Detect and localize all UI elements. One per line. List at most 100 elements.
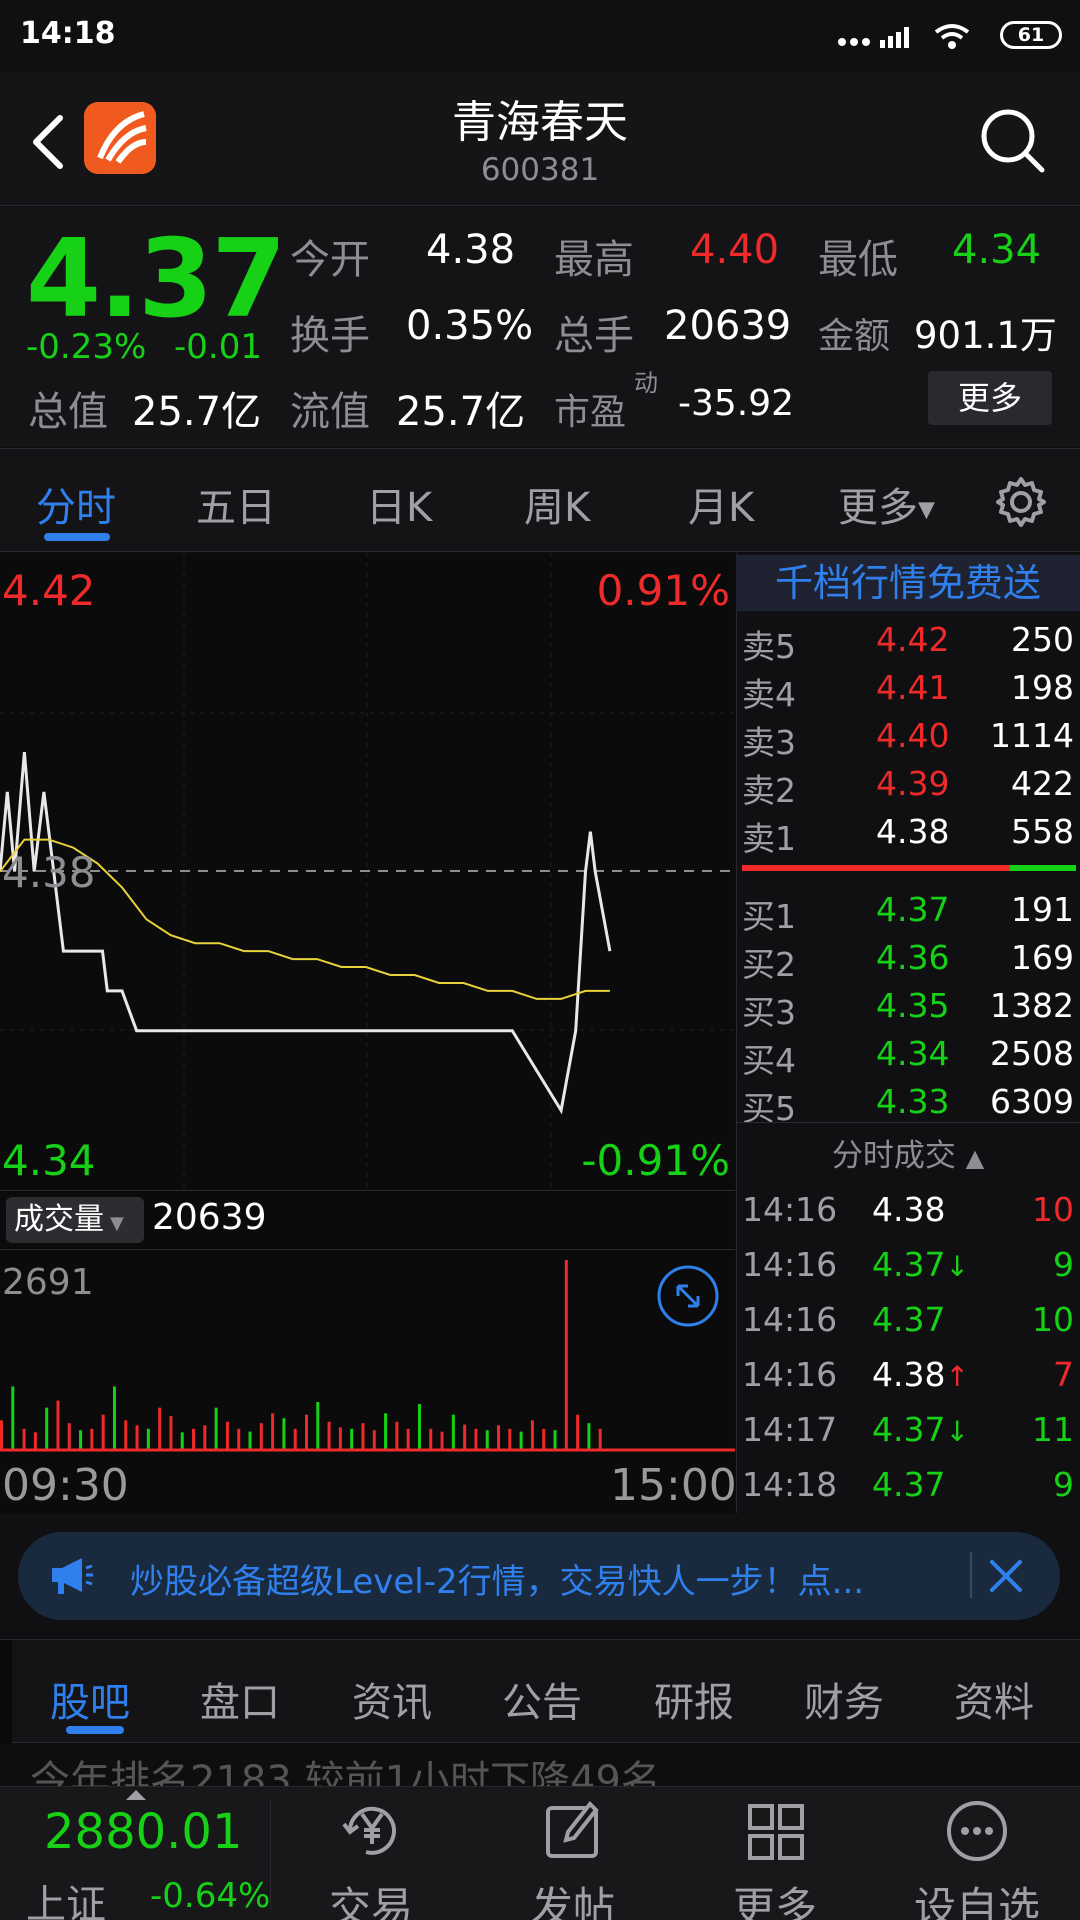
change-amount: -0.01 (174, 327, 262, 367)
volume-bar (485, 1430, 489, 1450)
index-value[interactable]: 2880.01 (44, 1804, 243, 1860)
volume-bar (124, 1420, 128, 1450)
nav-post-label: 发帖 (530, 1883, 615, 1920)
ask-volume: 250 (1011, 620, 1074, 659)
close-icon[interactable] (986, 1556, 1026, 1596)
tab-more-charts[interactable]: 更多▼ (838, 475, 935, 533)
trade-price-value: 4.37 (872, 1410, 946, 1449)
volume-bar (11, 1386, 15, 1450)
chart-grid (0, 553, 735, 1190)
volume-label: 总手 (554, 313, 634, 359)
high-label: 最高 (554, 237, 634, 283)
search-icon[interactable] (978, 106, 1048, 176)
app-logo (84, 102, 156, 174)
status-time: 14:18 (20, 16, 116, 51)
divider (270, 1800, 271, 1910)
price-chart[interactable]: 4.42 4.34 4.38 0.91% -0.91% (0, 553, 735, 1190)
gear-icon[interactable] (994, 475, 1048, 529)
volume-bar (530, 1420, 534, 1450)
nav-more[interactable]: 更多 (700, 1796, 850, 1920)
market-cap-value: 25.7亿 (132, 389, 262, 435)
index-change: -0.64% (150, 1876, 271, 1916)
expand-icon[interactable] (656, 1264, 720, 1328)
trade-price: 4.38 (872, 1190, 945, 1229)
tab-edge (0, 1640, 12, 1744)
trades-title: 分时成交 (831, 1138, 956, 1174)
tab-news[interactable]: 资讯 (352, 1670, 432, 1728)
bid-volume: 2508 (990, 1034, 1074, 1073)
y-axis-bottom: 4.34 (2, 1136, 96, 1185)
trade-volume: 11 (1032, 1410, 1074, 1449)
trade-volume: 10 (1032, 1300, 1074, 1339)
volume-bar (587, 1423, 591, 1450)
tab-intraday[interactable]: 分时 (36, 475, 116, 533)
back-icon[interactable] (26, 112, 72, 172)
volume-bar (101, 1414, 105, 1450)
trade-volume: 10 (1032, 1190, 1074, 1229)
caret-up-icon (126, 1790, 146, 1800)
trade-time: 14:16 (742, 1355, 838, 1394)
last-price: 4.37 (26, 217, 286, 342)
bid-volume: 6309 (990, 1082, 1074, 1121)
forum-preview-text[interactable]: 今年排名2183 较前1小时下降49名 (30, 1748, 1050, 1788)
trades-header[interactable]: 分时成交 ▲ (736, 1130, 1080, 1175)
tab-more-label: 更多 (838, 485, 918, 531)
time-axis-end: 15:00 (610, 1460, 737, 1511)
volume-bar (146, 1428, 150, 1450)
volume-bar (214, 1407, 218, 1450)
tab-profile[interactable]: 资料 (954, 1670, 1034, 1728)
tab-daily-k[interactable]: 日K (366, 475, 432, 533)
bid-label: 买3 (742, 993, 796, 1032)
volume-header: 成交量 ▼ 20639 (0, 1190, 735, 1250)
nav-add-watchlist[interactable]: 设自选 (902, 1796, 1052, 1920)
tab-indicator (44, 533, 110, 541)
ask-volume: 198 (1011, 668, 1074, 707)
tab-forum[interactable]: 股吧 (50, 1670, 130, 1728)
volume-bar (451, 1414, 455, 1450)
volume-bar (33, 1432, 37, 1450)
volume-bar (553, 1430, 557, 1450)
tab-announcements[interactable]: 公告 (502, 1670, 582, 1728)
market-cap-label: 总值 (28, 389, 108, 435)
edit-icon (546, 1800, 599, 1858)
header: 青海春天 600381 (0, 72, 1080, 206)
tab-weekly-k[interactable]: 周K (524, 475, 590, 533)
open-value: 4.38 (426, 227, 516, 273)
tab-five-day[interactable]: 五日 (196, 475, 276, 533)
divider (736, 1122, 1080, 1123)
ask-price: 4.39 (876, 764, 950, 803)
open-label: 今开 (290, 237, 370, 283)
volume-value: 20639 (664, 303, 792, 349)
info-tabs: 股吧 盘口 资讯 公告 研报 财务 资料 (0, 1639, 1080, 1744)
ask-volume: 422 (1011, 764, 1074, 803)
more-quote-button[interactable]: 更多 (928, 371, 1052, 425)
volume-bar (79, 1430, 83, 1450)
tab-research[interactable]: 研报 (654, 1670, 734, 1728)
y-axis-top: 4.42 (2, 566, 96, 615)
volume-bar (45, 1407, 49, 1450)
orderbook-promo-banner[interactable]: 千档行情免费送 (736, 555, 1080, 611)
bid-price: 4.35 (876, 986, 950, 1025)
volume-bar (305, 1414, 308, 1450)
volume-total: 20639 (152, 1197, 267, 1238)
trade-price-value: 4.37 (872, 1465, 946, 1504)
ask-label: 卖1 (742, 819, 796, 858)
tab-order-book[interactable]: 盘口 (200, 1670, 280, 1728)
ask-price: 4.38 (876, 812, 950, 851)
nav-trade-label: 交易 (328, 1883, 413, 1920)
volume-bar (564, 1260, 568, 1450)
time-axis-start: 09:30 (2, 1460, 129, 1511)
nav-trade[interactable]: 交易 (296, 1796, 446, 1920)
volume-bar (169, 1416, 173, 1450)
ask-volume: 1114 (990, 716, 1074, 755)
arrow-down-icon: ↓ (945, 1250, 969, 1283)
trade-price: 4.37↓ (872, 1245, 969, 1284)
tab-monthly-k[interactable]: 月K (688, 475, 754, 533)
volume-indicator-select[interactable]: 成交量 ▼ (6, 1197, 144, 1243)
volume-bar (180, 1432, 184, 1450)
stock-code: 600381 (480, 152, 600, 188)
nav-post[interactable]: 发帖 (498, 1796, 648, 1920)
y-axis-reference: 4.38 (2, 848, 96, 897)
tab-financials[interactable]: 财务 (804, 1670, 884, 1728)
volume-bar (237, 1428, 241, 1450)
